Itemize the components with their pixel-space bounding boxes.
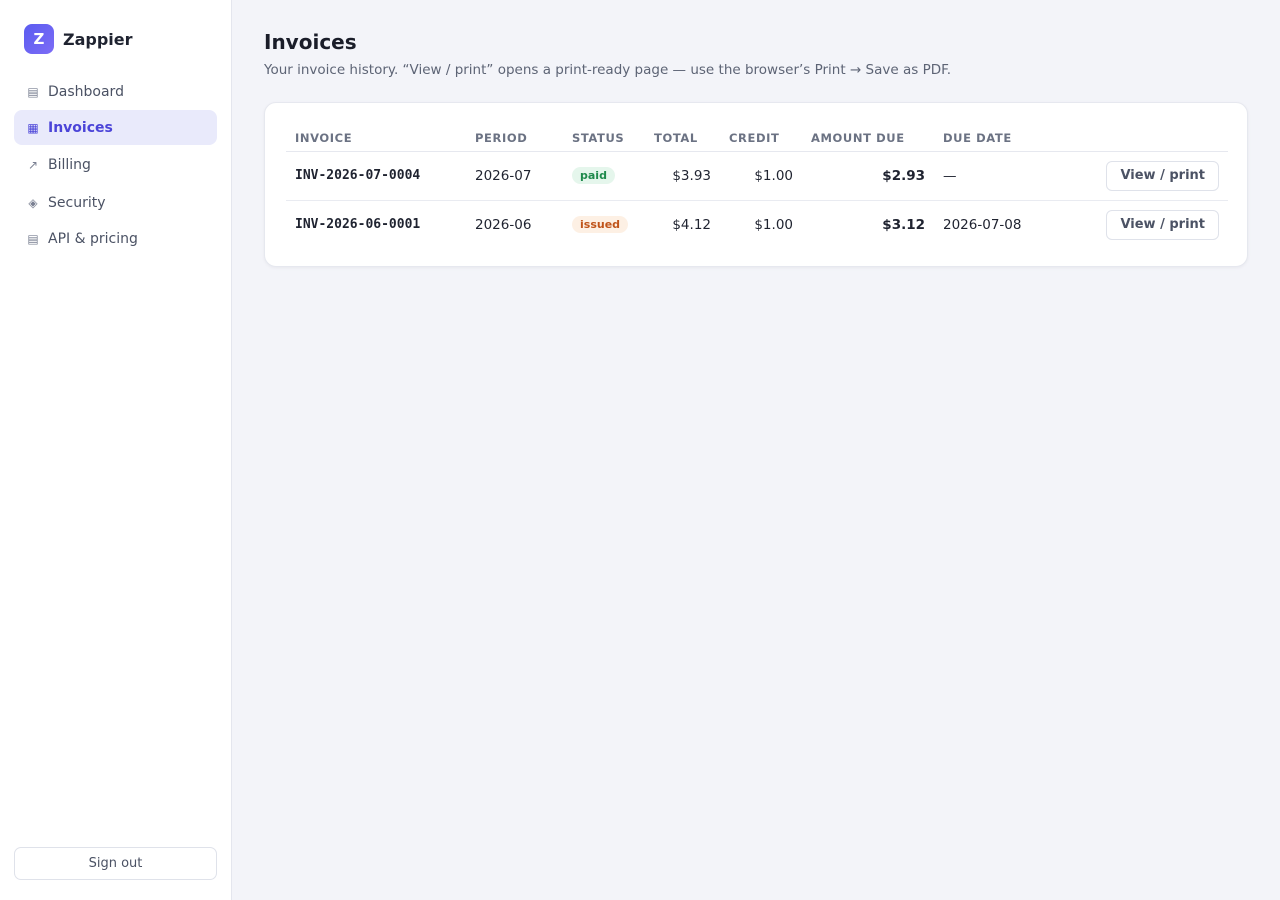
sidebar-item-security[interactable]: ◈ Security xyxy=(14,185,217,220)
sidebar-item-label: Billing xyxy=(48,157,91,173)
column-header-amount-due: AMOUNT DUE xyxy=(802,125,934,152)
security-icon: ◈ xyxy=(28,195,38,210)
brand-name: Zappier xyxy=(63,29,133,49)
sidebar-item-api-pricing[interactable]: ▤ API & pricing xyxy=(14,221,217,256)
invoice-credit: $1.00 xyxy=(720,151,802,201)
invoice-total: $4.12 xyxy=(672,216,711,233)
page-title: Invoices xyxy=(264,30,357,54)
column-header-actions xyxy=(1084,125,1228,152)
page-subtitle: Your invoice history. “View / print” ope… xyxy=(264,62,952,78)
status-badge: paid xyxy=(572,167,615,184)
view-print-button[interactable]: View / print xyxy=(1106,160,1219,191)
invoice-status-cell: paid xyxy=(563,151,645,201)
column-header-period: PERIOD xyxy=(466,125,563,152)
invoice-due-date: 2026-07-08 xyxy=(943,216,1022,233)
invoice-amount-due: $3.12 xyxy=(882,216,925,233)
invoices-table: INVOICE PERIOD STATUS TOTAL CREDIT AMOUN… xyxy=(286,125,1228,249)
sidebar-item-billing[interactable]: ↗ Billing xyxy=(14,146,217,184)
invoice-amount-due: $2.93 xyxy=(802,151,934,201)
sidebar-item-label: Dashboard xyxy=(48,83,124,100)
table-row: INV-2026-07-0004 2026-07 paid $3.93 $1.0… xyxy=(286,151,1228,201)
status-badge: issued xyxy=(572,216,629,234)
invoice-action-cell: View / print xyxy=(1084,200,1228,249)
invoice-total: $3.93 xyxy=(645,151,720,201)
brand[interactable]: Z Zappier xyxy=(24,24,133,54)
sidebar-item-dashboard[interactable]: ▤ Dashboard xyxy=(14,74,217,109)
sidebar-item-invoices[interactable]: ▦ Invoices xyxy=(14,110,217,145)
column-header-invoice: INVOICE xyxy=(286,125,466,152)
table-row: INV-2026-06-0001 2026-06 issued $4.12 $1… xyxy=(286,200,1228,249)
sidebar: Z Zappier ▤ Dashboard ▦ Invoices ↗ Billi… xyxy=(0,0,232,900)
sidebar-item-label: Security xyxy=(48,194,106,211)
invoice-status-cell: issued xyxy=(563,200,645,249)
column-header-due-date: DUE DATE xyxy=(934,125,1084,152)
invoice-due-date: — xyxy=(934,151,1084,201)
sign-out-button[interactable]: Sign out xyxy=(14,847,217,880)
billing-icon: ↗ xyxy=(27,158,39,172)
main-content: Invoices Your invoice history. “View / p… xyxy=(264,30,1248,267)
invoice-number: INV-2026-07-0004 xyxy=(286,151,466,201)
invoice-period: 2026-06 xyxy=(475,216,532,233)
brand-logo: Z xyxy=(24,24,54,54)
api-pricing-icon: ▤ xyxy=(27,231,39,246)
column-header-credit: CREDIT xyxy=(720,125,802,152)
column-header-total: TOTAL xyxy=(645,125,720,152)
invoice-action-cell: View / print xyxy=(1084,151,1228,201)
dashboard-icon: ▤ xyxy=(27,84,39,99)
invoice-number: INV-2026-06-0001 xyxy=(295,217,421,233)
view-print-button[interactable]: View / print xyxy=(1106,209,1219,240)
invoice-credit: $1.00 xyxy=(754,216,793,233)
sidebar-item-label: Invoices xyxy=(48,119,113,136)
table-header-row: INVOICE PERIOD STATUS TOTAL CREDIT AMOUN… xyxy=(286,125,1228,152)
column-header-status: STATUS xyxy=(563,125,645,152)
sidebar-item-label: API & pricing xyxy=(48,230,138,247)
sidebar-nav: ▤ Dashboard ▦ Invoices ↗ Billing ◈ Secur… xyxy=(14,74,217,256)
invoices-icon: ▦ xyxy=(27,120,39,135)
invoice-period: 2026-07 xyxy=(466,151,563,201)
invoices-card: INVOICE PERIOD STATUS TOTAL CREDIT AMOUN… xyxy=(264,102,1248,267)
